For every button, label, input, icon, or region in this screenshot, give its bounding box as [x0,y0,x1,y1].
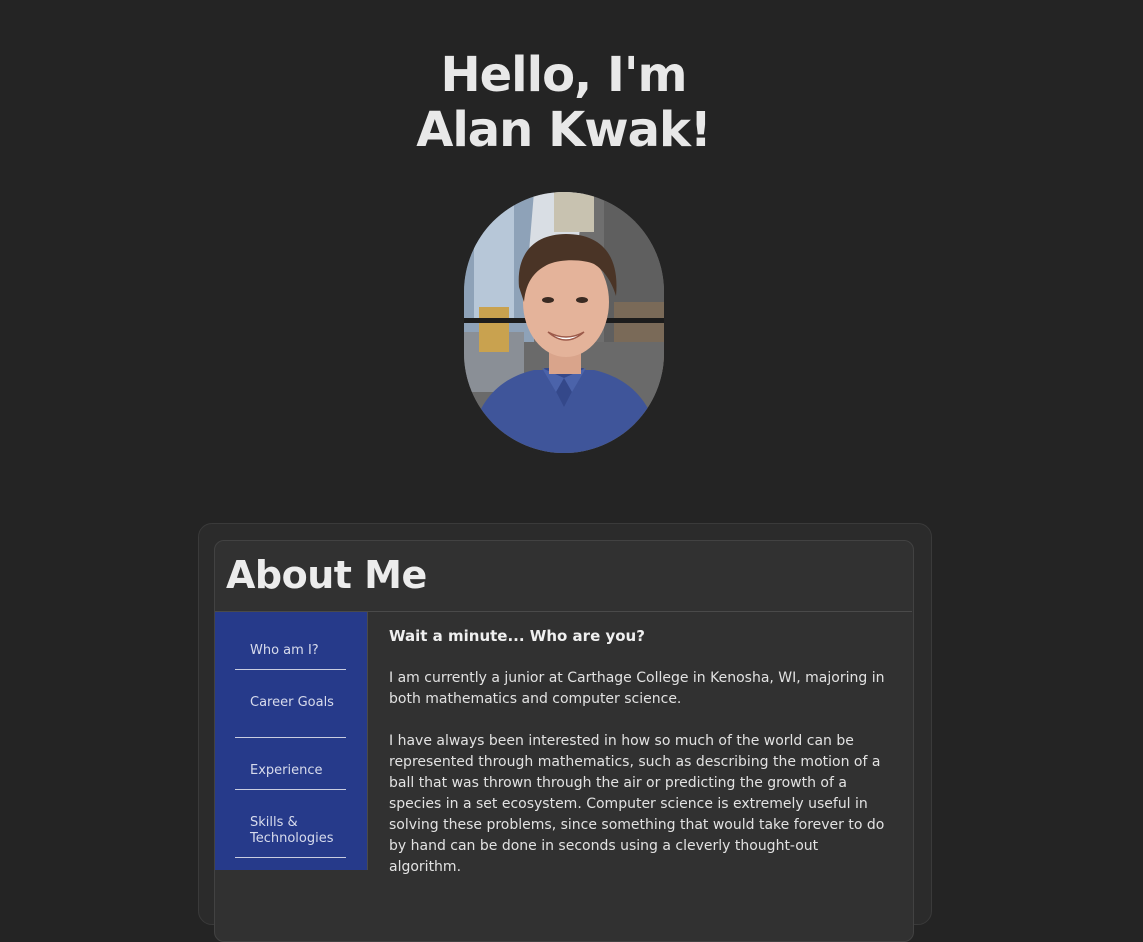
content-heading: Wait a minute... Who are you? [389,627,645,645]
nav-item-skills-technologies[interactable]: Skills & Technologies [235,815,346,858]
hero-title-line1: Hello, I'm [440,47,687,103]
nav-item-career-goals[interactable]: Career Goals [235,695,346,738]
content-paragraph-2: I have always been interested in how so … [389,733,885,875]
hero-title: Hello, I'm Alan Kwak! [0,48,1127,158]
content-paragraph-1: I am currently a junior at Carthage Coll… [389,670,885,707]
profile-photo [464,192,664,453]
hero-title-line2: Alan Kwak! [416,102,712,158]
about-title: About Me [226,553,427,597]
nav-item-who-am-i[interactable]: Who am I? [235,643,346,670]
nav-item-experience[interactable]: Experience [235,763,346,790]
